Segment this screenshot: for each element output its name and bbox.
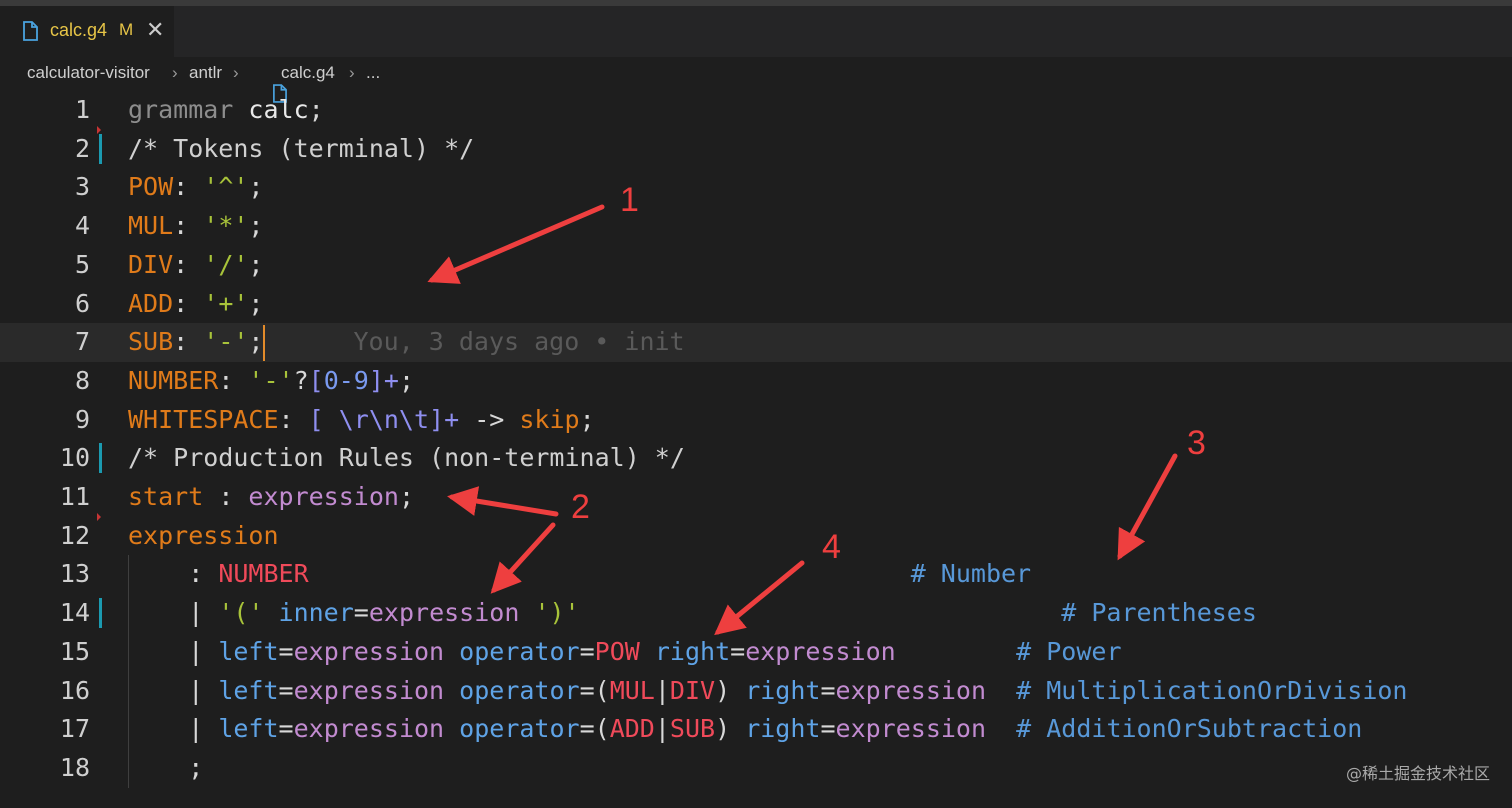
arrow-4 xyxy=(714,560,805,636)
arrow-3 xyxy=(1117,453,1178,561)
annotation-label-4: 4 xyxy=(822,528,841,566)
annotation-arrows xyxy=(427,204,1178,636)
arrow-2b xyxy=(490,522,556,594)
watermark: @稀土掘金技术社区 xyxy=(1345,764,1490,783)
annotation-label-2: 2 xyxy=(571,488,590,526)
arrow-1 xyxy=(427,204,605,284)
annotation-label-3: 3 xyxy=(1187,424,1206,462)
arrow-2a xyxy=(447,486,559,517)
annotation-label-1: 1 xyxy=(620,181,639,219)
